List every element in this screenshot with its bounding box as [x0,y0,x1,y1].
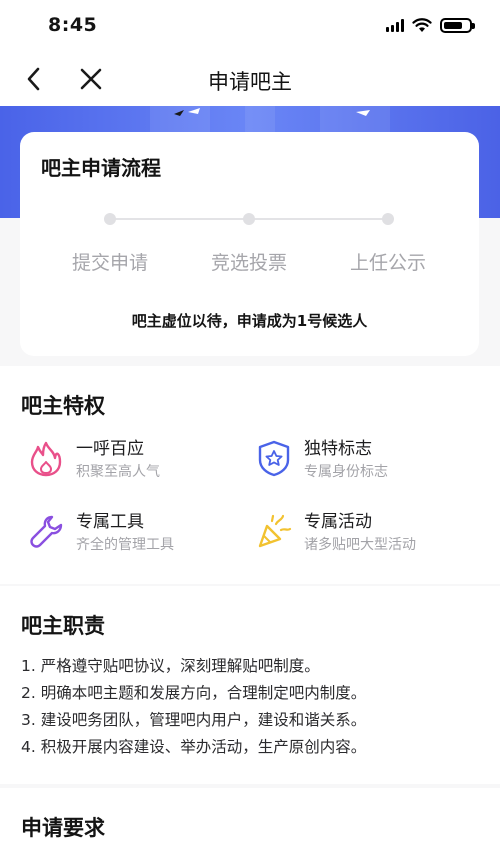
duty-line: 3. 建设吧务团队，管理吧内用户，建设和谐关系。 [21,711,367,729]
requirements-title: 申请要求 [21,816,105,840]
privilege-name: 一呼百应 [76,439,144,459]
step-label-announce: 上任公示 [349,252,426,274]
nav-bar: 申请吧主 [0,54,500,106]
battery-icon [440,18,475,33]
wrench-icon [30,515,63,548]
signal-icon [386,19,404,32]
privilege-item: 一呼百应 积聚至高人气 [26,438,160,483]
page-title: 申请吧主 [208,70,292,94]
status-time: 8:45 [48,14,98,36]
privilege-name: 专属活动 [304,512,372,532]
step-dot [243,213,255,225]
star-badge-icon [258,440,290,477]
duties-section: 吧主职责 1. 严格遵守贴吧协议，深刻理解贴吧制度。 2. 明确本吧主题和发展方… [0,586,500,784]
status-bar: 8:45 [0,0,500,54]
process-note: 吧主虚位以待，申请成为1号候选人 [131,312,368,330]
privilege-desc: 积聚至高人气 [76,464,160,480]
flame-icon [30,441,62,477]
step-dot [104,213,116,225]
application-process-card: 吧主申请流程 提交申请 竞选投票 上任公示 吧主虚位以待，申请成为1号候选人 [20,132,479,356]
step-dot [382,213,394,225]
duty-line: 1. 严格遵守贴吧协议，深刻理解贴吧制度。 [21,657,320,675]
privilege-desc: 齐全的管理工具 [76,537,174,553]
page: 8:45 申请吧主 吧主申请流程 提交申请 竞选投票 上任公示 吧主虚位以待，申… [0,0,500,865]
banner-illustration [174,108,370,116]
duty-line: 2. 明确本吧主题和发展方向，合理制定吧内制度。 [21,684,367,702]
duties-title: 吧主职责 [21,614,105,638]
step-label-submit: 提交申请 [71,252,148,274]
privileges-title: 吧主特权 [21,394,105,418]
privilege-name: 专属工具 [76,512,144,532]
privilege-item: 独特标志 专属身份标志 [254,438,388,483]
step-label-vote: 竞选投票 [210,252,287,274]
privilege-desc: 诸多贴吧大型活动 [304,537,416,553]
duty-line: 4. 积极开展内容建设、举办活动，生产原创内容。 [21,738,367,756]
wifi-icon [412,18,432,32]
requirements-section: 申请要求 [0,788,500,865]
privilege-desc: 专属身份标志 [304,464,388,480]
party-popper-icon [258,514,292,548]
status-icons [386,18,475,33]
privileges-section: 吧主特权 一呼百应 积聚至高人气 独特标志 专属身份标志 专属工具 齐全的管理工… [0,366,500,584]
process-title: 吧主申请流程 [41,156,161,180]
privilege-item: 专属活动 诸多贴吧大型活动 [254,511,416,556]
privilege-item: 专属工具 齐全的管理工具 [26,511,174,556]
privilege-name: 独特标志 [304,439,372,459]
